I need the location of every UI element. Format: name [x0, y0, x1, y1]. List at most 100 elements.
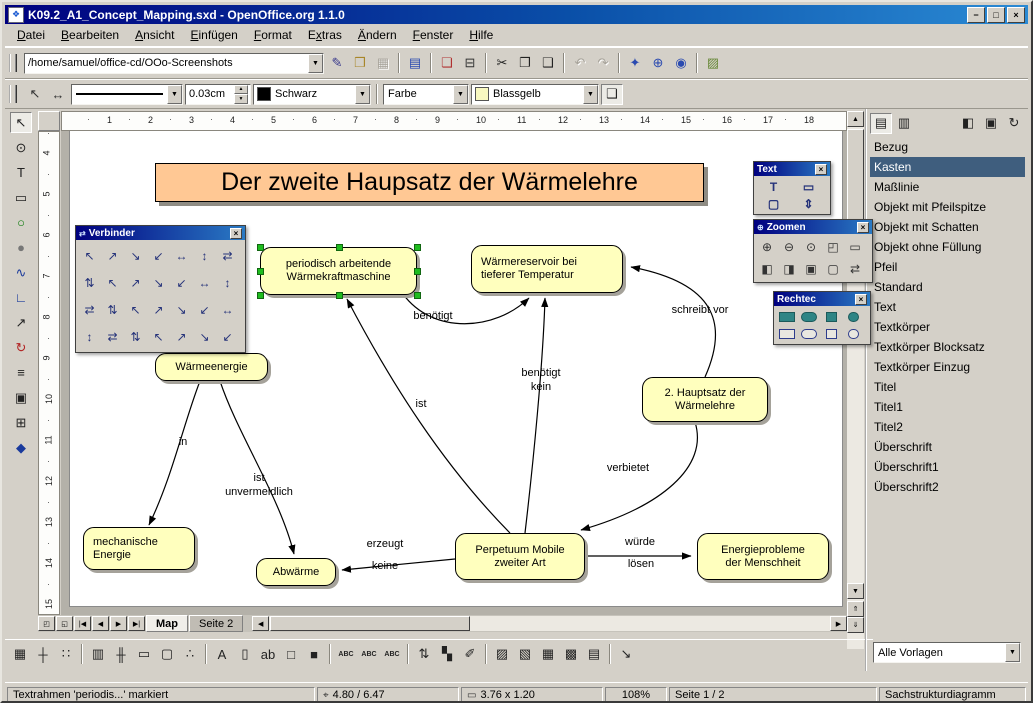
line-color-dropdown-icon[interactable]: ▼ — [355, 85, 370, 104]
zoom-optimal-icon[interactable]: ◨ — [778, 258, 800, 280]
zoom-out-icon[interactable]: ⊖ — [778, 236, 800, 258]
square-rounded-outline-icon[interactable] — [842, 325, 864, 342]
connector-type-icon[interactable]: ⇅ — [101, 296, 124, 323]
connector-type-icon[interactable]: ↕ — [193, 242, 216, 269]
pattern-icon-3[interactable]: ▦ — [537, 644, 559, 665]
fill-color-dropdown-icon[interactable]: ▼ — [583, 85, 598, 104]
menu-datei[interactable]: Datei — [9, 26, 53, 44]
connector-type-icon[interactable]: ↔ — [170, 242, 193, 269]
zoom-previous-icon[interactable]: ◰ — [822, 236, 844, 258]
connector-palette[interactable]: ⇄ Verbinder × ↖↗↘↙↔↕⇄⇅↖↗↘↙↔↕⇄⇅↖↗↘↙↔↕⇄⇅↖↗… — [75, 225, 246, 353]
close-icon[interactable]: × — [855, 294, 867, 305]
toolbar-grip[interactable] — [9, 85, 17, 103]
style-item-titel[interactable]: Titel — [870, 377, 1025, 397]
load-url-input[interactable] — [25, 57, 308, 69]
connector-type-icon[interactable]: ↖ — [78, 242, 101, 269]
line-color-combo[interactable]: Schwarz ▼ — [253, 84, 371, 105]
horizontal-scrollbar[interactable]: ◀ ▶ — [252, 616, 847, 631]
label-wuerde[interactable]: würde — [617, 535, 663, 549]
status-template[interactable]: Sachstrukturdiagramm — [879, 687, 1026, 703]
open-document-icon[interactable]: ❒ — [349, 53, 371, 74]
selection-handle[interactable] — [257, 244, 264, 251]
node-waermekraftmaschine[interactable]: periodisch arbeitendeWärmekraftmaschine — [260, 247, 417, 295]
selection-handle[interactable] — [414, 268, 421, 275]
arrange-order-icon[interactable]: ⇅ — [413, 644, 435, 665]
scroll-right-icon[interactable]: ▶ — [830, 616, 847, 631]
export-pdf-icon[interactable]: ❏ — [436, 53, 458, 74]
menu-bearbeiten[interactable]: Bearbeiten — [53, 26, 127, 44]
title-bar[interactable]: ❖ K09.2_A1_Concept_Mapping.sxd - OpenOff… — [5, 5, 1028, 24]
gallery-icon[interactable]: ▨ — [702, 53, 724, 74]
connector-type-icon[interactable]: ⇅ — [124, 323, 147, 350]
connector-type-icon[interactable]: ↘ — [147, 269, 170, 296]
connector-type-icon[interactable]: ↕ — [78, 323, 101, 350]
connector-type-icon[interactable]: ↔ — [216, 296, 239, 323]
rectangle-outline-icon[interactable] — [776, 325, 798, 342]
square-rounded-filled-icon[interactable] — [842, 308, 864, 325]
style-item-titel1[interactable]: Titel1 — [870, 397, 1025, 417]
connector-type-icon[interactable]: ⇄ — [78, 296, 101, 323]
snap-to-border-icon[interactable]: ▢ — [156, 644, 178, 665]
load-url-combo[interactable]: ▼ — [24, 53, 324, 74]
connector-type-icon[interactable]: ⇅ — [78, 269, 101, 296]
fill-type-dropdown-icon[interactable]: ▼ — [453, 85, 468, 104]
connector-type-icon[interactable]: ↕ — [216, 269, 239, 296]
label-keine[interactable]: keine — [363, 559, 407, 573]
label-ist[interactable]: ist — [407, 397, 435, 411]
menu-ansicht[interactable]: Ansicht — [127, 26, 182, 44]
style-item-objekt-mit-pfeilspitze[interactable]: Objekt mit Pfeilspitze — [870, 197, 1025, 217]
selection-handle[interactable] — [336, 292, 343, 299]
ellipse-tool-icon[interactable]: ○ — [10, 212, 32, 233]
node-perpetuum[interactable]: Perpetuum Mobilezweiter Art — [455, 533, 585, 580]
rectangle-palette[interactable]: Rechtec × — [773, 291, 871, 345]
fill-mode-icon[interactable]: ◧ — [957, 113, 979, 134]
connector-type-icon[interactable]: ↗ — [147, 296, 170, 323]
label-verbietet[interactable]: verbietet — [597, 461, 659, 475]
select-text-area-icon[interactable]: ▯ — [234, 644, 256, 665]
load-url-dropdown-icon[interactable]: ▼ — [308, 54, 323, 73]
style-item--berschrift2[interactable]: Überschrift2 — [870, 477, 1025, 497]
zoom-palette[interactable]: ⊕ Zoomen × ⊕⊖⊙◰▭◧◨▣▢⇄ — [753, 219, 873, 283]
style-item-titel2[interactable]: Titel2 — [870, 417, 1025, 437]
zoom-all-icon[interactable]: ▢ — [822, 258, 844, 280]
close-icon[interactable]: × — [815, 164, 827, 175]
new-document-icon[interactable]: ✎ — [326, 53, 348, 74]
menu-extras[interactable]: Extras — [300, 26, 350, 44]
connector-palette-titlebar[interactable]: ⇄ Verbinder × — [76, 226, 245, 240]
style-item-standard[interactable]: Standard — [870, 277, 1025, 297]
shadow-icon[interactable]: ❑ — [601, 84, 623, 105]
selection-handle[interactable] — [257, 268, 264, 275]
zoom-in-icon[interactable]: ⊕ — [756, 236, 778, 258]
text-palette-titlebar[interactable]: Text × — [754, 162, 830, 176]
shift-icon[interactable]: ⇄ — [844, 258, 866, 280]
style-filter-dropdown-icon[interactable]: ▼ — [1005, 643, 1020, 662]
node-waermeenergie[interactable]: Wärmeenergie — [155, 353, 268, 381]
cut-icon[interactable]: ✂ — [491, 53, 513, 74]
zoom-100-icon[interactable]: ⊙ — [800, 236, 822, 258]
alignment-tool-icon[interactable]: ≡ — [10, 362, 32, 383]
vertical-scroll-thumb[interactable] — [847, 129, 864, 221]
arrow-ends-icon[interactable]: ↔ — [47, 84, 69, 105]
close-icon[interactable]: × — [857, 222, 869, 233]
text-tool-icon[interactable]: T — [10, 162, 32, 183]
guides-while-moving-icon[interactable]: ∷ — [55, 644, 77, 665]
menu-einfügen[interactable]: Einfügen — [182, 26, 245, 44]
lines-arrows-tool-icon[interactable]: ↗ — [10, 312, 32, 333]
effects-tool-icon[interactable]: ◆ — [10, 437, 32, 458]
connector-type-icon[interactable]: ↖ — [124, 296, 147, 323]
square-outline-icon[interactable] — [820, 325, 842, 342]
scroll-down-icon[interactable]: ▼ — [847, 583, 864, 599]
simple-handles-icon[interactable]: □ — [280, 644, 302, 665]
zoom-page-icon[interactable]: ▭ — [844, 236, 866, 258]
contour-mode-icon[interactable]: ▚ — [436, 644, 458, 665]
minimize-button[interactable]: − — [967, 7, 985, 23]
new-style-from-selection-icon[interactable]: ▣ — [980, 113, 1002, 134]
connector-type-icon[interactable]: ↙ — [170, 269, 193, 296]
vertical-ruler[interactable]: 4·5·6·7·8·9·10·11·12·13·14·15· — [38, 131, 60, 615]
print-icon[interactable]: ⊟ — [459, 53, 481, 74]
vertical-text-icon[interactable]: ⇕ — [791, 195, 826, 212]
zoom-objects-icon[interactable]: ▣ — [800, 258, 822, 280]
edit-file-icon[interactable]: ▤ — [404, 53, 426, 74]
text-abc-icon-2[interactable]: ABC — [358, 644, 380, 665]
connector-type-icon[interactable]: ↗ — [170, 323, 193, 350]
